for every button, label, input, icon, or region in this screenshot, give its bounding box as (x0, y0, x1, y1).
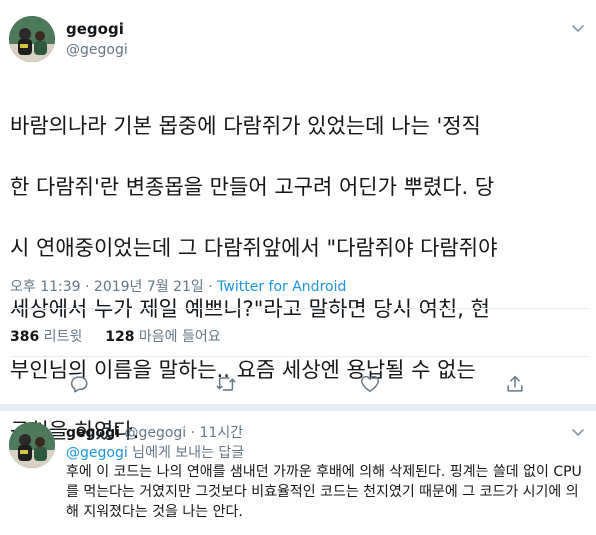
replying-to-mention[interactable]: @gegogi (66, 445, 128, 461)
like-label: 마음에 들어요 (134, 329, 221, 345)
comment-icon[interactable] (68, 373, 90, 395)
retweet-stat[interactable]: 386 리트윗 (10, 329, 82, 345)
reply-author-name[interactable]: gegogi (66, 425, 120, 441)
replying-to: @gegogi 님에게 보내는 답글 (66, 442, 244, 462)
author-avatar[interactable] (9, 16, 55, 62)
reply-author-avatar[interactable] (9, 422, 55, 468)
tweet-meta: 오후 11:39 · 2019년 7월 21일 · Twitter for An… (10, 276, 346, 296)
reply-header: gegogi @gegogi · 11시간 (66, 422, 243, 442)
tweet-text-line: 바람의나라 기본 몹중에 다람쥐가 있었는데 나는 '정직 (10, 113, 481, 138)
tweet-timestamp[interactable]: 오후 11:39 · 2019년 7월 21일 · (10, 279, 217, 295)
retweet-label: 리트윗 (39, 329, 83, 345)
like-stat[interactable]: 128 마음에 들어요 (105, 329, 220, 345)
author-handle[interactable]: @gegogi (66, 42, 128, 58)
retweet-count: 386 (10, 329, 40, 345)
tweet-stats: 386 리트윗 128 마음에 들어요 (10, 326, 221, 346)
reply-author-handle[interactable]: @gegogi (124, 425, 186, 441)
replying-to-suffix: 님에게 보내는 답글 (127, 445, 245, 461)
tweet-text-line: 한 다람쥐'란 변종몹을 만들어 고구려 어딘가 뿌렸다. 당 (10, 174, 495, 199)
divider (10, 308, 590, 309)
tweet-text-line: 부인님의 이름을 말하는.. 요즘 세상엔 용납될 수 없는 (10, 357, 476, 382)
tweet-text-line: 시 연애중이었는데 그 다람쥐앞에서 "다람쥐야 다람쥐야 (10, 235, 498, 260)
divider (10, 356, 590, 357)
reply-time[interactable]: 11시간 (200, 425, 244, 441)
thread-separator (0, 404, 596, 411)
tweet-source-link[interactable]: Twitter for Android (217, 279, 346, 295)
heart-icon[interactable] (359, 373, 381, 395)
like-count: 128 (105, 329, 135, 345)
chevron-down-icon[interactable] (570, 20, 586, 36)
retweet-icon[interactable] (215, 373, 237, 395)
author-name[interactable]: gegogi (66, 20, 124, 38)
share-icon[interactable] (504, 373, 526, 395)
chevron-down-icon[interactable] (570, 424, 586, 440)
reply-text: 후에 이 코드는 나의 연애를 샘내던 가까운 후배에 의해 삭제된다. 핑계는… (66, 464, 582, 520)
reply-separator: · (186, 425, 200, 441)
